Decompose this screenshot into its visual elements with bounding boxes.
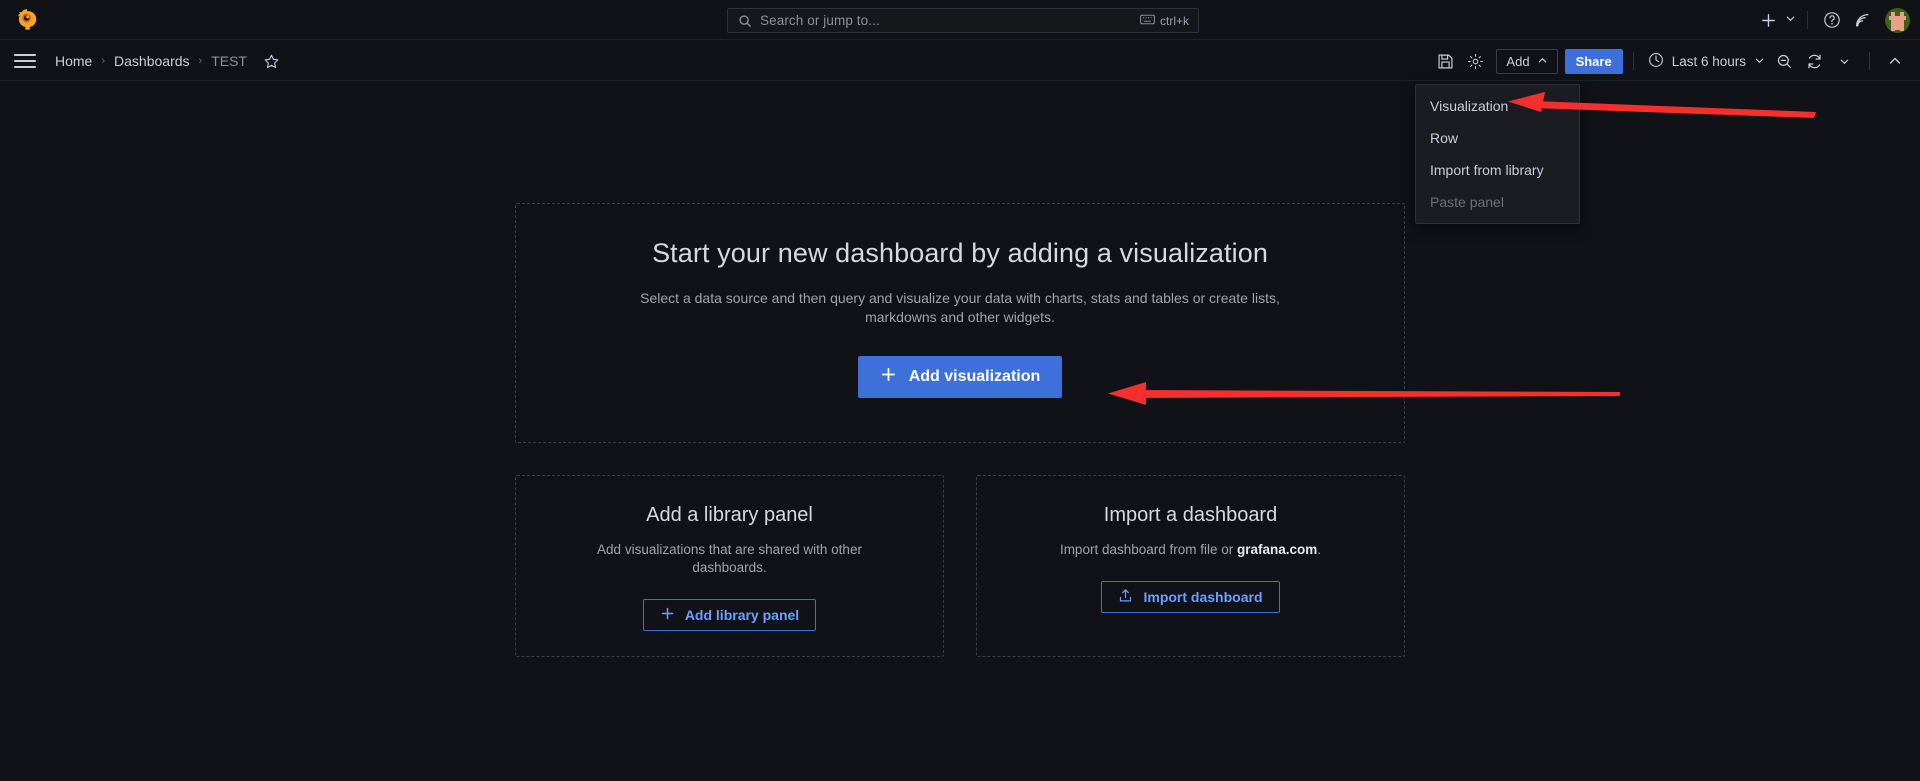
collapse-toolbar-chevron-up-icon[interactable] bbox=[1880, 46, 1910, 76]
import-dashboard-button[interactable]: Import dashboard bbox=[1101, 581, 1279, 613]
import-dashboard-card: Import a dashboard Import dashboard from… bbox=[976, 475, 1405, 657]
add-visualization-label: Add visualization bbox=[909, 368, 1041, 386]
add-button-label: Add bbox=[1506, 54, 1529, 69]
chevron-down-icon[interactable] bbox=[1785, 11, 1796, 29]
breadcrumb-item-home[interactable]: Home bbox=[54, 53, 93, 69]
hamburger-menu-icon[interactable] bbox=[14, 51, 36, 71]
breadcrumb-item-dashboards[interactable]: Dashboards bbox=[113, 53, 191, 69]
page-title: Start your new dashboard by adding a vis… bbox=[652, 238, 1268, 269]
time-range-picker[interactable]: Last 6 hours bbox=[1644, 48, 1769, 74]
breadcrumb: Home › Dashboards › TEST bbox=[54, 41, 280, 81]
add-library-panel-button[interactable]: Add library panel bbox=[643, 599, 816, 631]
search-input-placeholder[interactable]: Search or jump to... bbox=[760, 13, 1140, 28]
plus-icon[interactable] bbox=[1753, 5, 1783, 35]
secondary-cards-row: Add a library panel Add visualizations t… bbox=[515, 475, 1405, 657]
menu-item-paste-panel: Paste panel bbox=[1416, 186, 1579, 218]
import-desc-before: Import dashboard from file or bbox=[1060, 542, 1237, 557]
divider bbox=[1807, 11, 1808, 29]
search-shortcut-label: ctrl+k bbox=[1160, 14, 1189, 28]
chevron-up-icon bbox=[1537, 54, 1548, 69]
add-visualization-button[interactable]: Add visualization bbox=[858, 356, 1063, 398]
import-dashboard-label: Import dashboard bbox=[1143, 589, 1262, 605]
menu-item-import-from-library[interactable]: Import from library bbox=[1416, 154, 1579, 186]
dashboard-toolbar-actions: Add Share Last 6 hours bbox=[1430, 41, 1910, 81]
library-card-description: Add visualizations that are shared with … bbox=[570, 541, 890, 577]
top-nav-actions bbox=[1751, 0, 1910, 40]
breadcrumb-separator: › bbox=[101, 55, 105, 67]
menu-item-visualization[interactable]: Visualization bbox=[1416, 90, 1579, 122]
refresh-interval-chevron-down-icon[interactable] bbox=[1829, 46, 1859, 76]
share-button[interactable]: Share bbox=[1565, 49, 1623, 74]
save-floppy-icon[interactable] bbox=[1430, 46, 1460, 76]
refresh-icon[interactable] bbox=[1799, 46, 1829, 76]
upload-icon bbox=[1118, 588, 1133, 606]
rss-feed-icon[interactable] bbox=[1847, 5, 1877, 35]
add-library-panel-label: Add library panel bbox=[685, 607, 799, 623]
chevron-down-icon bbox=[1754, 54, 1765, 69]
help-circle-icon[interactable] bbox=[1817, 5, 1847, 35]
gear-icon[interactable] bbox=[1460, 46, 1490, 76]
search-shortcut-badge: ctrl+k bbox=[1140, 14, 1189, 28]
add-panel-dropdown-menu: Visualization Row Import from library Pa… bbox=[1415, 84, 1580, 224]
user-avatar[interactable] bbox=[1885, 8, 1910, 33]
library-card-title: Add a library panel bbox=[646, 504, 813, 527]
divider bbox=[1869, 52, 1870, 70]
plus-icon bbox=[660, 606, 675, 624]
plus-icon bbox=[880, 366, 897, 388]
primary-card-description: Select a data source and then query and … bbox=[605, 289, 1315, 327]
import-card-description: Import dashboard from file or grafana.co… bbox=[1031, 541, 1351, 559]
divider bbox=[1633, 52, 1634, 70]
grafana-com-link[interactable]: grafana.com bbox=[1237, 542, 1317, 557]
top-navigation-bar: Search or jump to... ctrl+k bbox=[0, 0, 1920, 40]
dashboard-canvas: Start your new dashboard by adding a vis… bbox=[0, 82, 1920, 781]
search-icon bbox=[738, 14, 752, 28]
global-search-box[interactable]: Search or jump to... ctrl+k bbox=[727, 8, 1199, 33]
breadcrumb-separator: › bbox=[199, 55, 203, 67]
add-library-panel-card: Add a library panel Add visualizations t… bbox=[515, 475, 944, 657]
new-item-button[interactable] bbox=[1751, 5, 1798, 35]
empty-dashboard-primary-card: Start your new dashboard by adding a vis… bbox=[515, 203, 1405, 443]
share-button-label: Share bbox=[1576, 54, 1612, 69]
star-outline-icon[interactable] bbox=[263, 53, 280, 70]
clock-icon bbox=[1648, 52, 1664, 71]
keyboard-icon bbox=[1140, 14, 1155, 28]
dashboard-toolbar: Home › Dashboards › TEST Add bbox=[0, 41, 1920, 81]
zoom-out-icon[interactable] bbox=[1769, 46, 1799, 76]
time-range-label: Last 6 hours bbox=[1672, 54, 1746, 69]
import-card-title: Import a dashboard bbox=[1104, 504, 1277, 527]
breadcrumb-item-current: TEST bbox=[210, 53, 248, 69]
add-panel-button[interactable]: Add bbox=[1496, 49, 1557, 74]
import-desc-after: . bbox=[1317, 542, 1321, 557]
menu-item-row[interactable]: Row bbox=[1416, 122, 1579, 154]
grafana-logo-icon[interactable] bbox=[14, 7, 40, 33]
